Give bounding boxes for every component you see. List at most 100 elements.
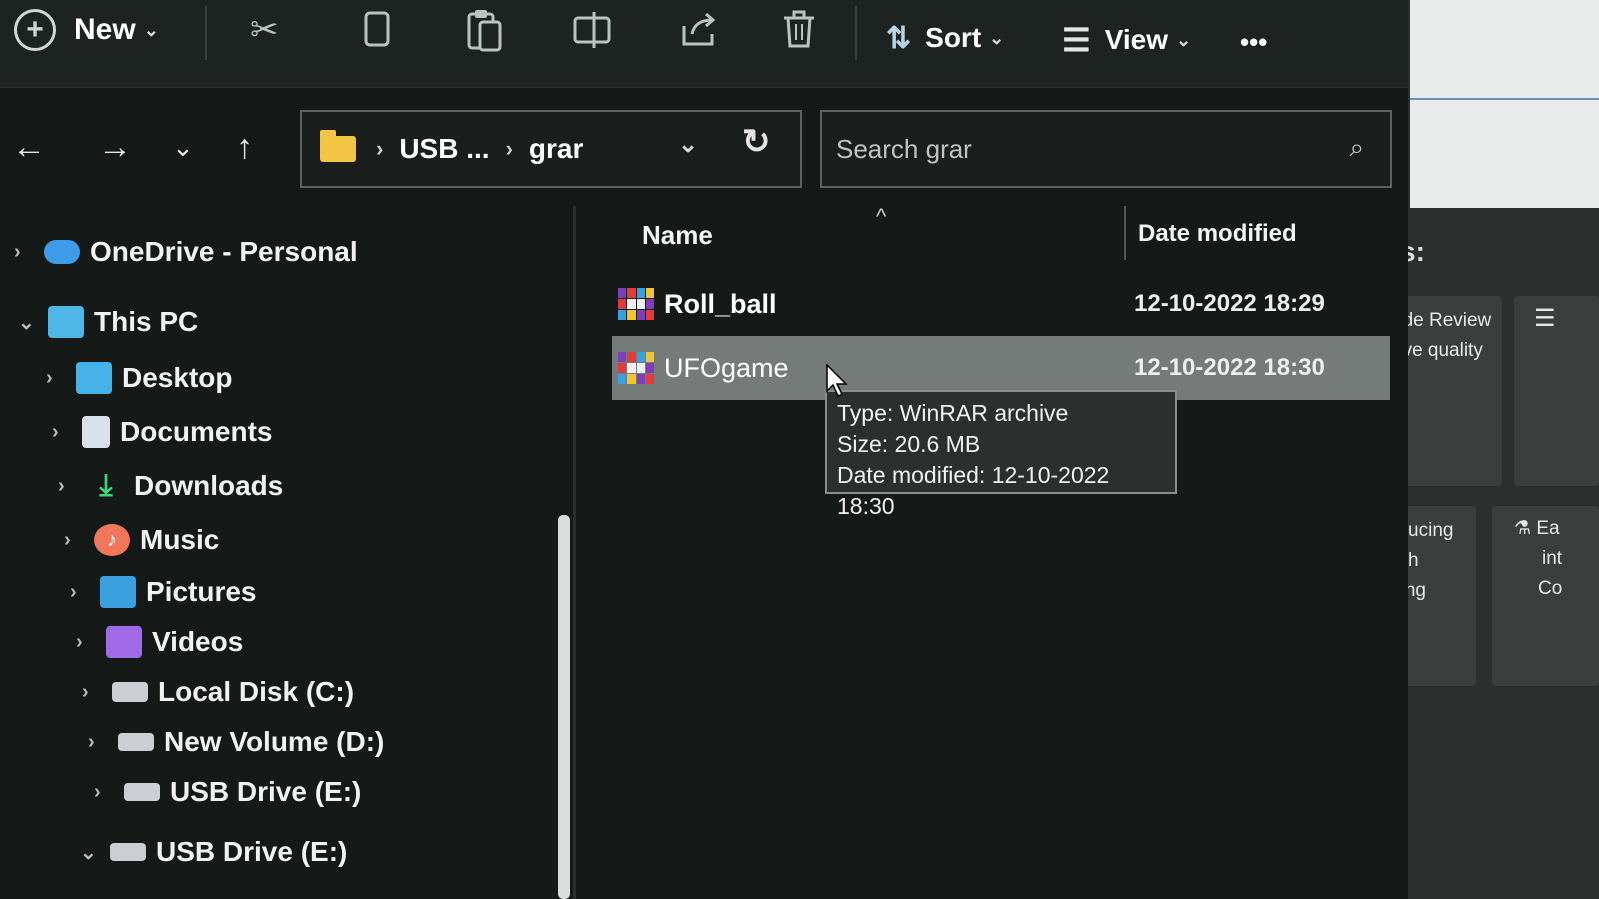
tree-item-this-pc[interactable]: ⌄ This PC xyxy=(18,306,198,338)
share-icon[interactable] xyxy=(680,0,718,60)
tree-item-desktop[interactable]: › Desktop xyxy=(46,362,232,394)
chevron-right-icon[interactable]: › xyxy=(14,241,44,264)
breadcrumb-usb[interactable]: USB ... xyxy=(399,133,489,165)
column-divider[interactable] xyxy=(1124,206,1126,260)
tooltip-type: Type: WinRAR archive xyxy=(837,400,1069,426)
tree-item-label: USB Drive (E:) xyxy=(156,836,348,867)
file-name: Roll_ball xyxy=(664,288,777,319)
chevron-down-icon[interactable]: ⌄ xyxy=(18,310,48,335)
navigation-scrollbar[interactable] xyxy=(558,515,570,899)
pane-divider[interactable] xyxy=(573,206,576,899)
tree-item-label: New Volume (D:) xyxy=(164,726,385,757)
chevron-right-icon[interactable]: › xyxy=(94,781,124,804)
chevron-right-icon[interactable]: › xyxy=(88,731,118,754)
chevron-right-icon[interactable]: › xyxy=(70,581,100,604)
background-panel xyxy=(1410,0,1599,208)
copy-icon[interactable] xyxy=(360,0,394,60)
search-box[interactable]: Search grar ⌕ xyxy=(820,110,1392,188)
file-name: UFOgame xyxy=(664,352,789,383)
documents-icon xyxy=(82,416,110,448)
tooltip-date-modified: Date modified: 12-10-2022 18:30 xyxy=(837,462,1110,519)
background-card-text: int xyxy=(1542,548,1563,569)
toolbar-divider xyxy=(205,6,207,60)
tree-item-music[interactable]: › ♪ Music xyxy=(64,524,219,556)
videos-icon xyxy=(106,626,142,658)
rename-icon[interactable] xyxy=(572,0,614,60)
recent-locations-chevron-icon[interactable]: ⌄ xyxy=(172,132,194,163)
address-bar[interactable]: › USB ... › grar ⌄ ↻ xyxy=(300,110,802,188)
command-bar: + New ⌄ ✂ ⇅ Sort ⌄ ☰ View ⌄ ••• xyxy=(0,0,1408,88)
chevron-right-icon[interactable]: › xyxy=(64,529,94,552)
background-card-text: ove quality xyxy=(1392,340,1483,361)
search-input[interactable]: Search grar xyxy=(836,134,972,165)
chevron-right-icon[interactable]: › xyxy=(58,475,88,498)
sort-ascending-icon: ^ xyxy=(876,204,887,229)
drive-icon xyxy=(118,733,154,751)
cut-icon[interactable]: ✂ xyxy=(250,0,279,60)
tree-item-label: USB Drive (E:) xyxy=(170,776,362,807)
add-icon: + xyxy=(14,9,56,51)
tree-item-videos[interactable]: › Videos xyxy=(76,626,243,658)
tree-item-usb-drive-e-root[interactable]: ⌄ USB Drive (E:) xyxy=(80,836,347,868)
paste-icon[interactable] xyxy=(466,0,504,60)
tree-item-usb-drive-e[interactable]: › USB Drive (E:) xyxy=(94,776,361,808)
chevron-right-icon[interactable]: › xyxy=(76,631,106,654)
background-card-ea: ⚗ Ea int Co xyxy=(1492,506,1599,686)
folder-icon xyxy=(320,130,356,162)
chevron-down-icon[interactable]: ⌄ xyxy=(80,840,110,865)
chevron-down-icon: ⌄ xyxy=(989,27,1005,48)
more-options-icon[interactable]: ••• xyxy=(1240,12,1267,72)
tree-item-label: This PC xyxy=(94,306,199,337)
chevron-right-icon[interactable]: › xyxy=(52,421,82,444)
sort-button[interactable]: ⇅ Sort ⌄ xyxy=(886,8,1004,68)
background-window: ode Review ove quality ☰ producing rough… xyxy=(1368,0,1599,899)
file-list: ^ Name Date modified Roll_ball 12-10-202… xyxy=(590,204,1400,899)
breadcrumb-grar[interactable]: grar xyxy=(529,133,583,165)
refresh-icon[interactable]: ↻ xyxy=(742,122,771,162)
chevron-right-icon: › xyxy=(505,136,513,161)
sort-icon: ⇅ xyxy=(886,21,912,55)
list-icon: ☰ xyxy=(1534,305,1556,332)
chevron-right-icon[interactable]: › xyxy=(46,367,76,390)
tree-item-onedrive[interactable]: › OneDrive - Personal xyxy=(14,236,358,268)
desktop-icon xyxy=(76,362,112,394)
background-card-text: ode Review xyxy=(1392,310,1492,331)
address-dropdown-chevron-icon[interactable]: ⌄ xyxy=(678,130,698,159)
file-row-roll-ball[interactable]: Roll_ball 12-10-2022 18:29 xyxy=(612,272,1390,336)
cloud-icon xyxy=(44,240,80,264)
background-card-text: Ea xyxy=(1536,518,1560,539)
pictures-icon xyxy=(100,576,136,608)
tree-item-documents[interactable]: › Documents xyxy=(52,416,272,448)
tree-item-label: OneDrive - Personal xyxy=(90,236,358,267)
music-icon: ♪ xyxy=(94,524,130,556)
delete-icon[interactable] xyxy=(782,0,816,60)
tree-item-label: Desktop xyxy=(122,362,233,393)
view-icon: ☰ xyxy=(1062,22,1091,58)
tree-item-new-volume-d[interactable]: › New Volume (D:) xyxy=(88,726,384,758)
file-info-tooltip: Type: WinRAR archive Size: 20.6 MB Date … xyxy=(825,390,1177,519)
tree-item-downloads[interactable]: › ⤓ Downloads xyxy=(58,470,283,502)
drive-icon xyxy=(110,843,146,861)
column-header-date-modified[interactable]: Date modified xyxy=(1138,220,1297,248)
toolbar-divider xyxy=(855,6,857,60)
search-icon[interactable]: ⌕ xyxy=(1349,132,1364,164)
tree-item-pictures[interactable]: › Pictures xyxy=(70,576,257,608)
tooltip-size: Size: 20.6 MB xyxy=(837,431,981,457)
tree-item-local-disk-c[interactable]: › Local Disk (C:) xyxy=(82,676,354,708)
winrar-archive-icon xyxy=(618,288,654,320)
background-divider xyxy=(1410,98,1599,100)
background-card-list: ☰ xyxy=(1514,296,1599,486)
computer-icon xyxy=(48,306,84,338)
new-button[interactable]: + New ⌄ xyxy=(14,0,159,60)
back-arrow-icon[interactable]: ← xyxy=(12,128,46,167)
up-arrow-icon[interactable]: ↑ xyxy=(236,128,253,167)
flask-icon: ⚗ xyxy=(1514,518,1532,539)
chevron-right-icon[interactable]: › xyxy=(82,681,112,704)
drive-icon xyxy=(112,682,148,702)
new-label: New xyxy=(74,13,136,46)
view-button[interactable]: ☰ View ⌄ xyxy=(1062,10,1191,70)
column-header-name[interactable]: Name xyxy=(642,220,713,251)
forward-arrow-icon[interactable]: → xyxy=(98,128,132,167)
file-explorer-window: + New ⌄ ✂ ⇅ Sort ⌄ ☰ View ⌄ ••• ← → ⌄ ↑ … xyxy=(0,0,1408,899)
chevron-down-icon: ⌄ xyxy=(1176,29,1192,50)
